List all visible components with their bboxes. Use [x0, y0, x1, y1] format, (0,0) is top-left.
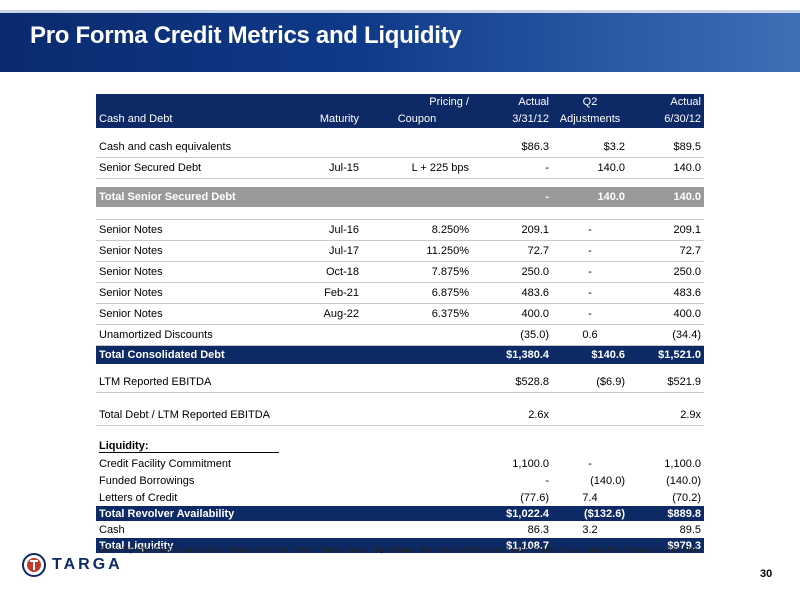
header-actual-2: Actual: [628, 94, 704, 110]
table-row-senior-secured-debt: Senior Secured Debt Jul-15 L + 225 bps -140…: [96, 157, 704, 179]
header-maturity: Maturity: [296, 110, 362, 129]
table-row-senior-notes-oct18: Senior Notes Oct-18 7.875% 250.0-250.0: [96, 261, 704, 283]
credit-metrics-table: Pricing / Actual Q2 Actual Cash and Debt…: [96, 94, 704, 553]
page-title: Pro Forma Credit Metrics and Liquidity: [30, 22, 462, 49]
table-row-total-revolver: Total Revolver Availability $1,022.4 ($132…: [96, 506, 704, 521]
table-row-leverage: Total Debt / LTM Reported EBITDA 2.6x 2.9x: [96, 405, 704, 426]
table-row-unamortized-discounts: Unamortized Discounts (35.0) 0.6 (34.4): [96, 324, 704, 346]
table-row-cash: Cash and cash equivalents $86.3 $3.2 $89.5: [96, 137, 704, 158]
table-row-credit-facility: Credit Facility Commitment 1,100.0-1,100.…: [99, 457, 701, 470]
liquidity-heading: Liquidity:: [99, 440, 279, 453]
table-row-funded-borrowings: Funded Borrowings - (140.0) (140.0): [99, 474, 701, 487]
table-row-letters-of-credit: Letters of Credit (77.6) 7.4 (70.2): [99, 491, 701, 504]
footnote: Note: Adjusted EBITDA defined as net inc…: [100, 545, 701, 554]
table-row-senior-notes-jul17: Senior Notes Jul-17 11.250% 72.7-72.7: [96, 240, 704, 262]
header-cash-and-debt: Cash and Debt: [96, 110, 296, 129]
page-number: 30: [760, 568, 773, 580]
table-row-senior-notes-jul16: Senior Notes Jul-16 8.250% 209.1-209.1: [96, 219, 704, 241]
table-row-total-consolidated-debt: Total Consolidated Debt $1,380.4 $140.6 $1,…: [96, 345, 704, 364]
header-date-1: 3/31/12: [472, 110, 552, 129]
liquidity-heading-row: Liquidity:: [96, 438, 704, 455]
table-header-row-1: Pricing / Actual Q2 Actual: [96, 94, 704, 110]
header-actual-1: Actual: [472, 94, 552, 110]
table-row-ltm-ebitda: LTM Reported EBITDA $528.8 ($6.9) $521.9: [96, 372, 704, 393]
header-date-2: 6/30/12: [628, 110, 704, 129]
header-coupon: Coupon: [362, 110, 472, 129]
header-adjustments: Adjustments: [552, 110, 628, 129]
table-row-cash-liquidity: Cash 86.3 3.2 89.5: [99, 523, 701, 536]
table-header-row-2: Cash and Debt Maturity Coupon 3/31/12 Ad…: [96, 110, 704, 129]
logo-text: TARGA: [52, 556, 123, 573]
header-q2: Q2: [552, 94, 628, 110]
banner-top-shade: [0, 10, 800, 13]
header-pricing: Pricing /: [362, 94, 472, 110]
table-row-senior-notes-feb21: Senior Notes Feb-21 6.875% 483.6-483.6: [96, 282, 704, 304]
table-row-total-senior-secured-debt: Total Senior Secured Debt -140.0 140.0: [96, 187, 704, 207]
table-row-senior-notes-aug22: Senior Notes Aug-22 6.375% 400.0-400.0: [96, 303, 704, 325]
